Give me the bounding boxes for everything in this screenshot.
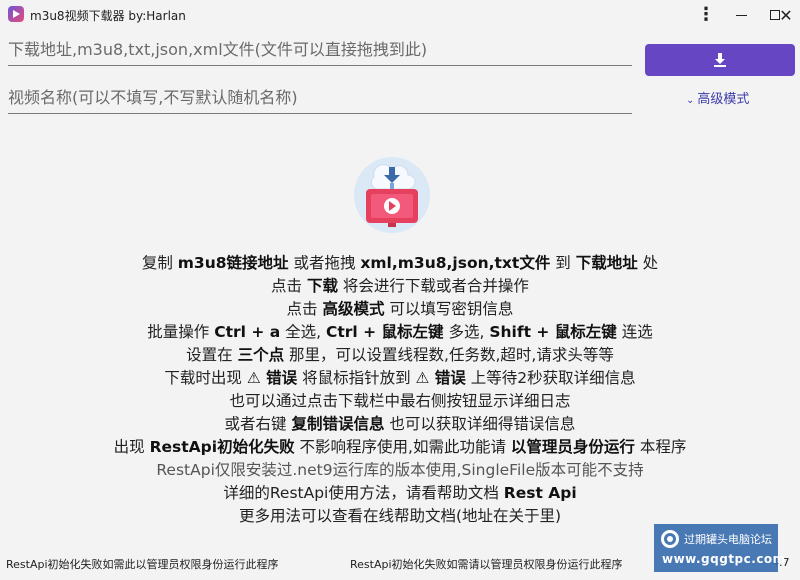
help-line-5: 设置在 三个点 那里，可以设置线程数,任务数,超时,请求头等等 [186,346,614,364]
download-icon [714,53,726,67]
forum-url: www.gqgtpc.com [662,552,786,566]
url-input[interactable] [8,40,632,65]
help-line-1: 复制 m3u8链接地址 或者拖拽 xml,m3u8,json,txt文件 到 下… [141,254,659,272]
url-field [8,40,632,66]
minimize-icon [735,14,747,16]
help-text: 复制 m3u8链接地址 或者拖拽 xml,m3u8,json,txt文件 到 下… [0,252,800,528]
close-button[interactable]: ✕ [758,0,800,30]
help-line-4: 批量操作 Ctrl + a 全选, Ctrl + 鼠标左键 多选, Shift … [147,323,653,341]
help-line-2: 点击 下载 将会进行下载或者合并操作 [271,277,529,295]
help-line-11: 详细的RestApi使用方法，请看帮助文档 Rest Api [223,484,577,502]
chevron-down-icon: ⌄ [686,95,695,106]
help-line-9: 出现 RestApi初始化失败 不影响程序使用,如需此功能请 以管理员身份运行 … [113,438,687,456]
title-bar: m3u8视频下载器 by:Harlan ⋮ ✕ [0,0,800,30]
advanced-mode-toggle[interactable]: ⌄ 高级模式 [686,88,749,107]
help-line-10: RestApi仅限安装过.net9运行库的版本使用,SingleFile版本可能… [156,461,644,479]
error-label: ⚠ 错误 [415,369,466,387]
app-icon [8,6,24,22]
forum-watermark: 过期罐头电脑论坛 www.gqgtpc.com [654,524,785,572]
video-name-field [8,88,632,114]
window-title: m3u8视频下载器 by:Harlan [30,9,186,23]
more-vertical-icon: ⋮ [697,4,715,25]
status-message-left: RestApi初始化失败如需此以管理员权限身份运行此程序 [6,558,279,571]
error-label: ⚠ 错误 [246,369,298,387]
minimize-button[interactable] [723,0,759,30]
video-download-illustration [354,157,430,233]
video-name-input[interactable] [8,88,632,113]
help-line-7: 也可以通过点击下载栏中最右侧按钮显示详细日志 [229,392,571,410]
help-line-6: 下载时出现 ⚠ 错误 将鼠标指针放到 ⚠ 错误 上等待2秒获取详细信息 [164,369,636,387]
help-line-8: 或者右键 复制错误信息 也可以获取详细得错误信息 [224,415,576,433]
forum-name: 过期罐头电脑论坛 [684,533,772,546]
more-options-button[interactable]: ⋮ [688,0,724,30]
help-line-3: 点击 高级模式 可以填写密钥信息 [286,300,514,318]
status-message-right: RestApi初始化失败如需请以管理员权限身份运行此程序 [350,558,623,571]
close-icon: ✕ [779,5,793,25]
advanced-mode-label: 高级模式 [697,92,750,107]
forum-logo-icon [661,530,679,548]
download-button[interactable] [645,44,795,76]
